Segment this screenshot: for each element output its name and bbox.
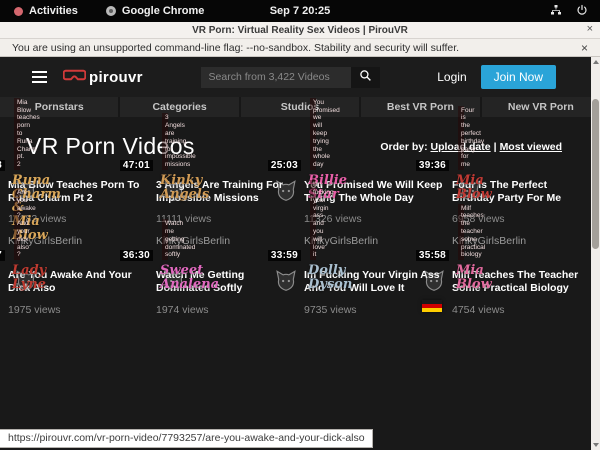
tab-title: VR Porn: Virtual Reality Sex Videos | Pi… (192, 25, 408, 36)
search-button[interactable] (351, 67, 380, 88)
browser-tab[interactable]: VR Porn: Virtual Reality Sex Videos | Pi… (0, 22, 600, 39)
login-link[interactable]: Login (437, 70, 466, 84)
power-icon[interactable] (576, 4, 588, 19)
site-logo-text: pirouvr (89, 69, 143, 86)
main-nav: Pornstars Categories Studios Best VR Por… (0, 97, 600, 117)
search-input[interactable] (201, 67, 351, 88)
video-views: 11326 views (304, 213, 444, 225)
active-app-indicator[interactable]: Google Chrome (106, 5, 205, 17)
scrollbar-up-arrow-icon[interactable] (591, 57, 600, 67)
video-views: 1975 views (8, 304, 148, 316)
video-views: 4754 views (452, 304, 592, 316)
nav-item-new-vr-porn[interactable]: New VR Porn (480, 97, 600, 117)
hamburger-menu-icon[interactable] (32, 71, 47, 83)
activities-button[interactable]: Activities (29, 5, 78, 17)
page-scrollbar[interactable] (591, 57, 600, 450)
tab-close-icon[interactable]: × (587, 23, 593, 35)
clock[interactable]: Sep 7 20:25 (0, 5, 600, 17)
network-icon[interactable] (550, 4, 562, 19)
video-card: Mia Blow Milf teaches the teacher some p… (452, 264, 592, 315)
video-views: 1974 views (156, 304, 296, 316)
chrome-icon (106, 6, 116, 16)
vr-goggles-icon (63, 68, 86, 86)
page-viewport: pirouvr Login Join Now Pornstars Categor… (0, 57, 600, 450)
search-group (201, 67, 380, 88)
infobar: You are using an unsupported command-lin… (0, 39, 600, 57)
system-bar: Activities Google Chrome Sep 7 20:25 (0, 0, 600, 22)
order-by-separator: | (494, 141, 497, 153)
status-url-bubble: https://pirouvr.com/vr-porn-video/779325… (0, 429, 373, 448)
search-icon (359, 69, 372, 85)
infobar-close-icon[interactable]: × (581, 41, 588, 55)
recording-indicator-icon (14, 7, 23, 16)
nav-item-studios[interactable]: Studios (239, 97, 359, 117)
scrollbar-thumb[interactable] (592, 99, 599, 249)
nav-item-categories[interactable]: Categories (118, 97, 238, 117)
video-card: Lady Lyne Are you awake ? And your dick … (8, 264, 148, 315)
page-head: VR Porn Videos Order by: Upload date|Mos… (0, 117, 600, 166)
video-studio-link[interactable]: KinkyGirlsBerlin (304, 235, 444, 247)
order-by-label: Order by: (380, 141, 427, 153)
site-header: pirouvr Login Join Now (0, 57, 600, 97)
join-now-button[interactable]: Join Now (481, 65, 556, 89)
screen: Activities Google Chrome Sep 7 20:25 VR … (0, 0, 600, 450)
video-grid: Runa Charm & Mia Blow Mia Blow teaches p… (0, 166, 600, 316)
site-logo[interactable]: pirouvr (63, 68, 143, 86)
order-by-most-viewed-link[interactable]: Most viewed (500, 141, 562, 153)
active-app-label: Google Chrome (122, 5, 205, 17)
infobar-message: You are using an unsupported command-lin… (12, 42, 459, 54)
scrollbar-down-arrow-icon[interactable] (591, 440, 600, 450)
